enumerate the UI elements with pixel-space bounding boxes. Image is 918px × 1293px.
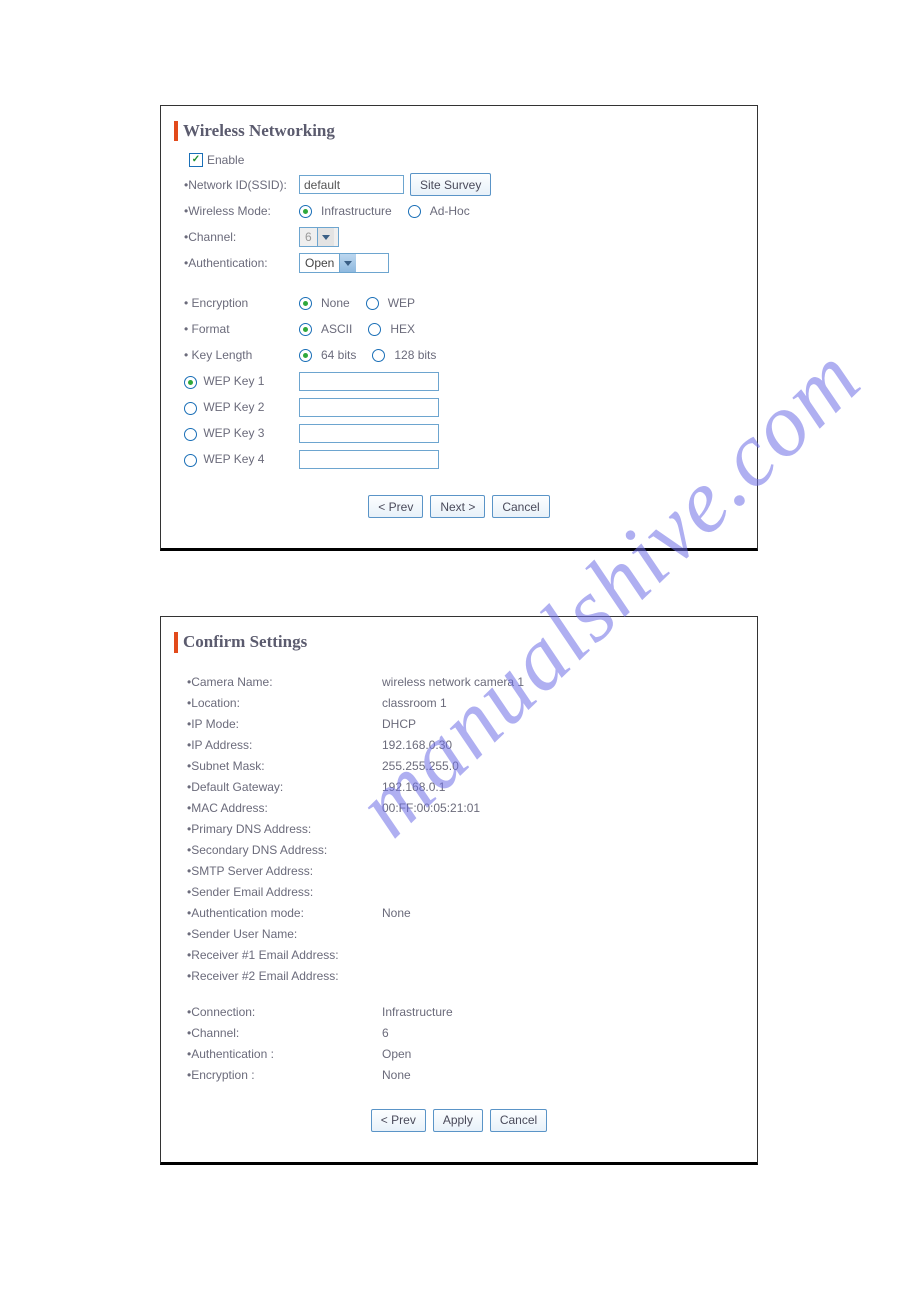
wepkey3-radio[interactable] xyxy=(184,428,197,441)
enc-wep-radio[interactable] xyxy=(366,297,379,310)
location-value: classroom 1 xyxy=(382,694,447,712)
prev-button[interactable]: < Prev xyxy=(368,495,423,518)
auth-mode-value: None xyxy=(382,904,411,922)
mode-adhoc-label: Ad-Hoc xyxy=(430,204,470,218)
c-enc-value: None xyxy=(382,1066,411,1084)
mac-value: 00:FF:00:05:21:01 xyxy=(382,799,480,817)
c-channel-label: •Channel: xyxy=(187,1024,382,1042)
wepkey1-radio[interactable] xyxy=(184,376,197,389)
ip-addr-label: •IP Address: xyxy=(187,736,382,754)
mode-infra-radio[interactable] xyxy=(299,205,312,218)
c-channel-value: 6 xyxy=(382,1024,389,1042)
fmt-hex-label: HEX xyxy=(390,322,415,336)
wepkey3-label: WEP Key 3 xyxy=(203,426,264,440)
confirm-panel: Confirm Settings •Camera Name:wireless n… xyxy=(160,616,758,1164)
keylen-64-label: 64 bits xyxy=(321,348,356,362)
keylen-64-radio[interactable] xyxy=(299,349,312,362)
recv2-label: •Receiver #2 Email Address: xyxy=(187,967,382,985)
wireless-panel: Wireless Networking Enable •Network ID(S… xyxy=(160,105,758,551)
apply-button[interactable]: Apply xyxy=(433,1109,483,1132)
prev-button[interactable]: < Prev xyxy=(371,1109,426,1132)
ssid-label: •Network ID(SSID): xyxy=(179,178,299,192)
primary-dns-label: •Primary DNS Address: xyxy=(187,820,382,838)
fmt-ascii-radio[interactable] xyxy=(299,323,312,336)
wepkey4-radio[interactable] xyxy=(184,454,197,467)
fmt-hex-radio[interactable] xyxy=(368,323,381,336)
ssid-input[interactable] xyxy=(299,175,404,194)
enc-none-label: None xyxy=(321,296,350,310)
wepkey2-label: WEP Key 2 xyxy=(203,400,264,414)
recv1-label: •Receiver #1 Email Address: xyxy=(187,946,382,964)
gateway-value: 192.168.0.1 xyxy=(382,778,445,796)
secondary-dns-label: •Secondary DNS Address: xyxy=(187,841,382,859)
sender-email-label: •Sender Email Address: xyxy=(187,883,382,901)
connection-label: •Connection: xyxy=(187,1003,382,1021)
subnet-label: •Subnet Mask: xyxy=(187,757,382,775)
wepkey4-label: WEP Key 4 xyxy=(203,452,264,466)
location-label: •Location: xyxy=(187,694,382,712)
c-auth-label: •Authentication : xyxy=(187,1045,382,1063)
ip-addr-value: 192.168.0.30 xyxy=(382,736,452,754)
channel-select: 6 xyxy=(299,227,339,247)
sender-user-label: •Sender User Name: xyxy=(187,925,382,943)
mode-adhoc-radio[interactable] xyxy=(408,205,421,218)
connection-value: Infrastructure xyxy=(382,1003,453,1021)
enc-label: • Encryption xyxy=(179,296,299,310)
ip-mode-label: •IP Mode: xyxy=(187,715,382,733)
subnet-value: 255.255.255.0 xyxy=(382,757,459,775)
next-button[interactable]: Next > xyxy=(430,495,485,518)
c-auth-value: Open xyxy=(382,1045,411,1063)
wepkey3-input[interactable] xyxy=(299,424,439,443)
keylen-128-label: 128 bits xyxy=(394,348,436,362)
enable-checkbox[interactable] xyxy=(189,153,203,167)
wepkey1-label: WEP Key 1 xyxy=(203,374,264,388)
keylen-label: • Key Length xyxy=(179,348,299,362)
fmt-ascii-label: ASCII xyxy=(321,322,352,336)
wepkey4-input[interactable] xyxy=(299,450,439,469)
chevron-down-icon xyxy=(317,228,334,246)
auth-label: •Authentication: xyxy=(179,256,299,270)
wireless-title: Wireless Networking xyxy=(174,121,739,141)
keylen-128-radio[interactable] xyxy=(372,349,385,362)
ip-mode-value: DHCP xyxy=(382,715,416,733)
gateway-label: •Default Gateway: xyxy=(187,778,382,796)
enc-wep-label: WEP xyxy=(388,296,415,310)
auth-select[interactable]: Open xyxy=(299,253,389,273)
enable-label: Enable xyxy=(207,153,244,167)
auth-mode-label: •Authentication mode: xyxy=(187,904,382,922)
wepkey1-input[interactable] xyxy=(299,372,439,391)
smtp-label: •SMTP Server Address: xyxy=(187,862,382,880)
wepkey2-input[interactable] xyxy=(299,398,439,417)
c-enc-label: •Encryption : xyxy=(187,1066,382,1084)
mode-label: •Wireless Mode: xyxy=(179,204,299,218)
mode-infra-label: Infrastructure xyxy=(321,204,392,218)
mac-label: •MAC Address: xyxy=(187,799,382,817)
channel-label: •Channel: xyxy=(179,230,299,244)
format-label: • Format xyxy=(179,322,299,336)
cancel-button[interactable]: Cancel xyxy=(490,1109,547,1132)
site-survey-button[interactable]: Site Survey xyxy=(410,173,491,196)
camera-name-value: wireless network camera 1 xyxy=(382,673,524,691)
confirm-title: Confirm Settings xyxy=(174,632,739,652)
camera-name-label: •Camera Name: xyxy=(187,673,382,691)
wepkey2-radio[interactable] xyxy=(184,402,197,415)
chevron-down-icon xyxy=(339,254,356,272)
cancel-button[interactable]: Cancel xyxy=(492,495,549,518)
enc-none-radio[interactable] xyxy=(299,297,312,310)
